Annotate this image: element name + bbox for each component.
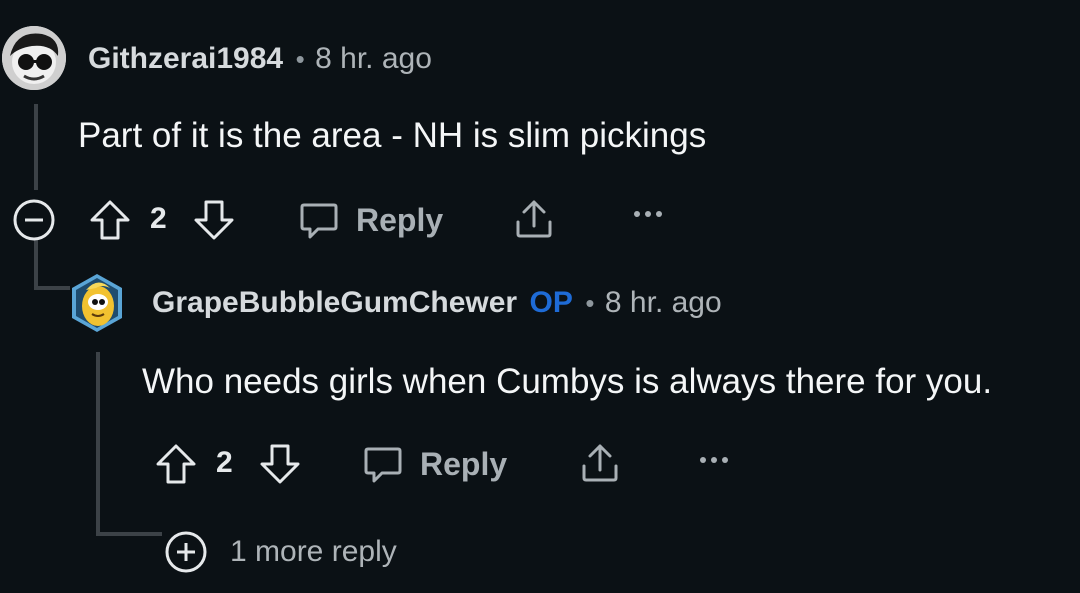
ellipsis-icon bbox=[700, 457, 728, 463]
comment-body: Who needs girls when Cumbys is always th… bbox=[142, 362, 993, 401]
reply-button[interactable]: Reply bbox=[298, 198, 443, 242]
downvote-button[interactable] bbox=[192, 198, 236, 242]
upvote-button[interactable] bbox=[88, 198, 132, 242]
reply-label: Reply bbox=[356, 201, 444, 238]
collapse-minus-icon[interactable] bbox=[12, 198, 56, 242]
share-icon bbox=[582, 444, 618, 482]
avatar-sunglasses-icon bbox=[2, 26, 66, 90]
comment-header: GrapeBubbleGumChewer OP • 8 hr. ago bbox=[152, 286, 722, 320]
timestamp: 8 hr. ago bbox=[604, 286, 722, 319]
vote-count: 2 bbox=[150, 202, 167, 235]
share-button[interactable] bbox=[578, 440, 622, 486]
downvote-button[interactable] bbox=[258, 442, 302, 486]
avatar-snoo-icon bbox=[72, 274, 122, 332]
more-replies-button[interactable]: 1 more reply bbox=[164, 530, 397, 574]
timestamp: 8 hr. ago bbox=[315, 42, 432, 75]
avatar[interactable] bbox=[68, 272, 126, 334]
downvote-arrow-icon bbox=[194, 200, 234, 240]
username[interactable]: Githzerai1984 bbox=[88, 42, 283, 75]
thread-line-more-connector bbox=[96, 532, 162, 536]
more-replies-label: 1 more reply bbox=[230, 535, 397, 568]
avatar[interactable] bbox=[2, 26, 66, 90]
thread-line-child bbox=[96, 352, 100, 536]
op-badge: OP bbox=[529, 286, 573, 319]
upvote-button[interactable] bbox=[154, 442, 198, 486]
upvote-arrow-icon bbox=[156, 444, 196, 484]
downvote-arrow-icon bbox=[260, 444, 300, 484]
comment-bubble-icon bbox=[362, 443, 404, 485]
more-options-button[interactable] bbox=[632, 208, 664, 220]
separator-dot: • bbox=[295, 44, 305, 74]
comment-header: Githzerai1984 • 8 hr. ago bbox=[88, 42, 432, 76]
comment-bubble-icon bbox=[298, 199, 340, 241]
thread-line-child-connector-curve bbox=[34, 286, 70, 290]
vote-count: 2 bbox=[216, 446, 233, 479]
thread-line-child-connector bbox=[34, 238, 38, 290]
thread-line-root bbox=[34, 104, 38, 190]
expand-plus-icon bbox=[164, 530, 208, 574]
ellipsis-icon bbox=[634, 211, 662, 217]
share-icon bbox=[516, 200, 552, 238]
share-button[interactable] bbox=[512, 196, 556, 242]
more-options-button[interactable] bbox=[698, 454, 730, 466]
separator-dot: • bbox=[585, 288, 595, 318]
reply-label: Reply bbox=[420, 445, 508, 482]
username[interactable]: GrapeBubbleGumChewer bbox=[152, 286, 517, 319]
reply-button[interactable]: Reply bbox=[362, 442, 507, 486]
upvote-arrow-icon bbox=[90, 200, 130, 240]
comment-body: Part of it is the area - NH is slim pick… bbox=[78, 116, 707, 155]
